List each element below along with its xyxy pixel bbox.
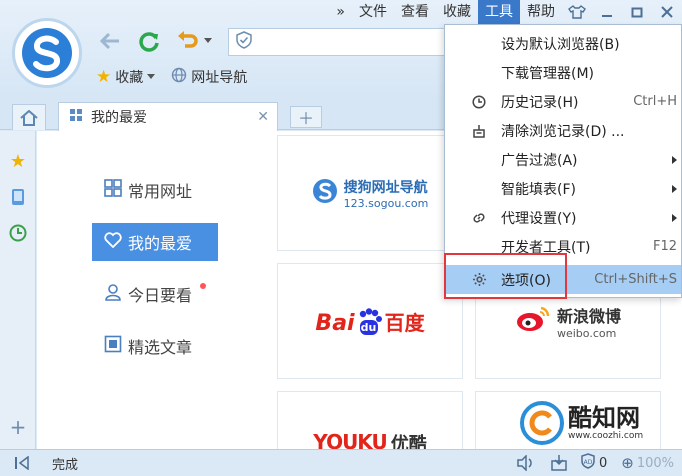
menu-item-set-default-browser[interactable]: 设为默认浏览器(B) [445,29,681,58]
adblock-count: 0 [598,455,608,471]
submenu-arrow-icon [672,213,677,222]
sidebar-favorites-star-icon[interactable]: ★ [0,143,36,179]
web-nav-button[interactable]: 网址导航 [171,67,247,87]
menu-tools[interactable]: 工具 [478,0,520,24]
watermark: 酷知网 www.coozhi.com [520,398,670,448]
menu-favorites[interactable]: 收藏 [436,0,478,24]
link-icon [471,210,487,226]
menu-item-proxy-settings[interactable]: 代理设置(Y) [445,203,681,232]
address-bar [228,28,468,56]
tile-sogou-nav[interactable]: 搜狗网址导航 123.sogou.com [277,135,463,251]
home-icon[interactable] [12,104,46,130]
zoom-icon: ⊕ [621,454,634,472]
menu-item-history[interactable]: 历史记录(H) Ctrl+H [445,87,681,116]
zoom-control[interactable]: ⊕ 100% [621,454,682,472]
sidebar-toggle-icon[interactable] [14,456,30,470]
download-icon[interactable] [550,455,568,471]
category-nav: 常用网址 我的最爱 今日要看 精选文章 [92,171,218,379]
volume-icon[interactable] [516,455,534,471]
clock-icon [471,94,487,110]
nav-common-sites[interactable]: 常用网址 [92,171,218,209]
weibo-logo-icon [515,304,551,338]
menu-view[interactable]: 查看 [394,0,436,24]
menu-item-download-manager[interactable]: 下载管理器(M) [445,58,681,87]
watermark-logo [520,401,564,445]
article-icon [104,335,122,357]
skin-icon[interactable] [562,0,592,24]
menu-item-ad-filter[interactable]: 广告过滤(A) [445,145,681,174]
sidebar-tablet-icon[interactable] [0,179,36,215]
close-window-icon[interactable] [652,0,682,24]
tile-baidu[interactable]: Bai du 百度 [277,263,463,379]
menu-file[interactable]: 文件 [352,0,394,24]
maximize-icon[interactable] [622,0,652,24]
tab-my-favorites[interactable]: 我的最爱 ✕ [58,102,278,131]
highlight-annotation-box [444,253,567,299]
grid-icon [104,179,122,201]
svg-text:AD: AD [584,459,593,466]
left-sidebar: ★ + [0,131,36,449]
grid-icon [69,108,83,126]
zoom-level: 100% [636,455,674,471]
sidebar-add-icon[interactable]: + [0,409,36,445]
undo-icon[interactable] [174,28,214,54]
sidebar-clock-icon[interactable] [0,215,36,251]
nav-my-favorites[interactable]: 我的最爱 [92,223,218,261]
heart-icon [104,232,122,252]
nav-today-must-read[interactable]: 今日要看 [92,275,218,313]
nav-selected-articles[interactable]: 精选文章 [92,327,218,365]
menu-help[interactable]: 帮助 [520,0,562,24]
close-tab-icon[interactable]: ✕ [257,109,269,125]
watermark-name: 酷知网 [568,404,640,432]
tab-title: 我的最爱 [91,110,147,126]
minimize-icon[interactable] [592,0,622,24]
bookmarks-bar: ★ 收藏 网址导航 [96,67,247,87]
notification-dot [200,283,207,289]
sogou-browser-logo [12,18,82,88]
back-arrow-icon[interactable] [96,28,124,54]
eraser-icon [471,123,487,139]
status-text: 完成 [52,457,79,473]
adblock-shield[interactable]: AD 0 [580,453,607,473]
security-shield-icon [235,31,253,53]
submenu-arrow-icon [672,155,677,164]
status-bar: 完成 AD 0 ⊕ 100% [0,449,682,476]
menu-more[interactable]: » [329,0,352,24]
menu-bar: » 文件 查看 收藏 工具 帮助 [329,0,682,24]
menu-item-clear-history[interactable]: 清除浏览记录(D) ... [445,116,681,145]
adblock-shield-icon: AD [580,453,596,473]
baidu-paw-logo: du [357,307,383,336]
new-tab-button[interactable]: ＋ [290,106,322,128]
favorites-button[interactable]: ★ 收藏 [96,67,156,87]
address-input[interactable] [253,34,468,50]
refresh-icon[interactable] [134,28,164,54]
star-icon: ★ [96,67,112,87]
sogou-logo-icon [312,178,338,208]
tile-youku[interactable]: YOUKU 优酷 [277,391,463,455]
menu-item-smart-fill[interactable]: 智能填表(F) [445,174,681,203]
globe-icon [171,67,187,87]
person-icon [104,283,122,305]
watermark-url: www.coozhi.com [568,431,644,441]
submenu-arrow-icon [672,184,677,193]
